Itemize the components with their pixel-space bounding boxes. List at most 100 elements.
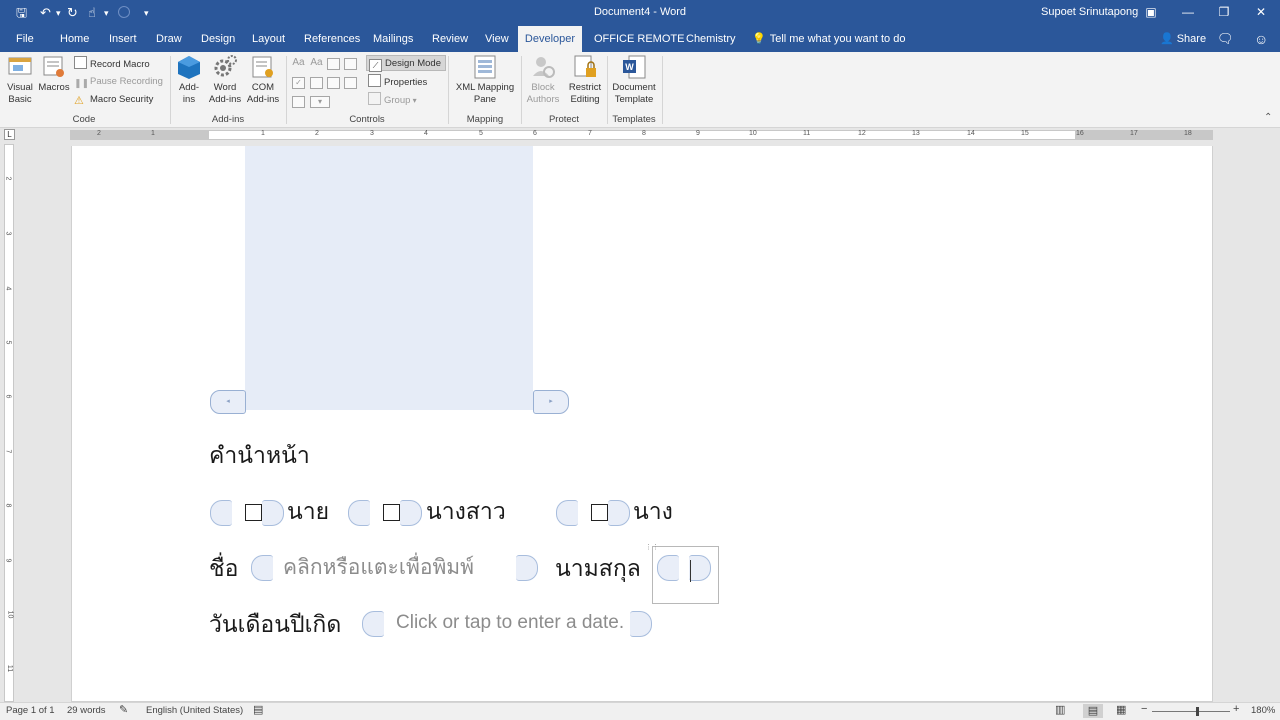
combo-box-control-icon[interactable]	[310, 77, 323, 89]
zoom-slider-thumb[interactable]	[1196, 707, 1199, 716]
horizontal-ruler[interactable]: 2 1 1 2 3 4 5 6 7 8 9 10 11 12 13 14 15 …	[70, 130, 1213, 140]
macro-recording-icon[interactable]: ▤	[253, 703, 263, 716]
content-control-end-tag[interactable]: ▸	[533, 390, 569, 414]
document-template-label: Document Template	[612, 82, 656, 105]
macros-button[interactable]: Macros	[38, 54, 70, 94]
tab-home[interactable]: Home	[54, 26, 95, 52]
tab-developer[interactable]: Developer	[518, 26, 582, 52]
pause-recording-button[interactable]: ❚❚Pause Recording	[74, 74, 163, 90]
zoom-level[interactable]: 180%	[1251, 705, 1275, 716]
ribbon-tabs: File Home Insert Draw Design Layout Refe…	[0, 26, 1280, 52]
tab-office-remote[interactable]: OFFICE REMOTE	[588, 26, 690, 52]
tab-chemistry[interactable]: Chemistry	[680, 26, 742, 52]
vertical-ruler[interactable]: 2 3 4 5 6 7 8 9 10 11	[4, 144, 14, 702]
checkbox-control-icon[interactable]: ✓	[292, 77, 305, 89]
pause-icon: ❚❚	[74, 78, 90, 88]
ruler-number: 2	[97, 130, 101, 137]
tab-view[interactable]: View	[479, 26, 515, 52]
ruler-number: 3	[370, 130, 374, 137]
date-picker-control[interactable]: Click or tap to enter a date.	[362, 611, 652, 637]
page-count[interactable]: Page 1 of 1	[6, 705, 55, 716]
properties-button[interactable]: Properties	[368, 74, 427, 90]
language-indicator[interactable]: English (United States)	[146, 705, 243, 716]
smiley-feedback-icon[interactable]: ☺	[1248, 26, 1274, 52]
web-layout-icon[interactable]: ▦	[1116, 703, 1126, 716]
design-mode-button[interactable]: ⟋ Design Mode	[366, 55, 446, 72]
name-content-control[interactable]: คลิกหรือแตะเพื่อพิมพ์	[251, 555, 538, 581]
com-addins-button[interactable]: COM Add-ins	[244, 54, 282, 106]
surname-content-control[interactable]	[657, 555, 711, 581]
ruler-number: 2	[4, 176, 12, 181]
picture-content-control[interactable]	[245, 146, 533, 410]
comments-icon[interactable]: 🗨	[1211, 26, 1240, 52]
checkbox-mrs[interactable]	[591, 504, 608, 521]
word-count[interactable]: 29 words	[67, 705, 106, 716]
xml-mapping-pane-button[interactable]: XML Mapping Pane	[452, 54, 518, 106]
ruler-number: 4	[4, 286, 12, 291]
drag-handle-icon[interactable]: ⋮⋮	[645, 544, 659, 551]
tab-mailings[interactable]: Mailings	[367, 26, 419, 52]
checkbox-miss[interactable]	[383, 504, 400, 521]
content-control-start-tag[interactable]: ◂	[210, 390, 246, 414]
proofing-icon[interactable]: ✎	[119, 703, 128, 716]
plain-text-control-icon[interactable]: Aa	[310, 58, 323, 70]
close-button[interactable]: ✕	[1251, 3, 1271, 21]
ruler-number: 17	[1130, 130, 1138, 137]
user-name[interactable]: Supoet Srinutapong	[1041, 6, 1138, 18]
xml-mapping-icon	[474, 55, 496, 79]
picture-control-icon[interactable]	[327, 58, 340, 70]
visual-basic-button[interactable]: Visual Basic	[4, 54, 36, 106]
group-label-protect: Protect	[548, 114, 580, 125]
tab-design[interactable]: Design	[195, 26, 241, 52]
date-placeholder: Click or tap to enter a date.	[396, 612, 625, 633]
share-button[interactable]: 👤 Share	[1160, 26, 1206, 52]
zoom-in-icon[interactable]: +	[1233, 703, 1239, 715]
tab-insert[interactable]: Insert	[103, 26, 143, 52]
tab-draw[interactable]: Draw	[150, 26, 188, 52]
word-addins-button[interactable]: Word Add-ins	[206, 54, 244, 106]
tab-file[interactable]: File	[10, 26, 40, 52]
dropdown-list-control-icon[interactable]	[327, 77, 340, 89]
visual-basic-label: Visual Basic	[7, 82, 33, 105]
date-picker-control-icon[interactable]	[344, 77, 357, 89]
ruler-number: 11	[6, 664, 14, 673]
building-block-control-icon[interactable]	[344, 58, 357, 70]
document-template-button[interactable]: W Document Template	[610, 54, 658, 106]
surname-label: นามสกุล	[555, 556, 641, 582]
rich-text-control-icon[interactable]: Aa	[292, 58, 305, 70]
zoom-out-icon[interactable]: −	[1141, 703, 1147, 715]
tab-layout[interactable]: Layout	[246, 26, 291, 52]
checkbox-control-mrs[interactable]	[556, 500, 630, 526]
ruler-number: 6	[4, 394, 12, 399]
legacy-tools-icon[interactable]: ▾	[310, 96, 330, 108]
macro-security-button[interactable]: ⚠ Macro Security	[74, 92, 153, 108]
tab-selector-icon[interactable]: L	[4, 129, 15, 140]
ruler-number: 13	[912, 130, 920, 137]
tab-review[interactable]: Review	[426, 26, 474, 52]
record-macro-button[interactable]: Record Macro	[74, 56, 150, 72]
minimize-button[interactable]: —	[1178, 3, 1198, 21]
tab-references[interactable]: References	[298, 26, 366, 52]
print-layout-icon[interactable]: ▤	[1083, 704, 1103, 718]
checkbox-control-miss[interactable]	[348, 500, 422, 526]
restrict-editing-button[interactable]: Restrict Editing	[566, 54, 604, 106]
share-label: Share	[1176, 33, 1207, 45]
document-page[interactable]: ◂ ▸ คำนำหน้า นาย นางสาว นาง ชื่อ คลิกหรื…	[71, 146, 1213, 702]
document-workspace: 2 3 4 5 6 7 8 9 10 11 ◂ ▸ คำนำหน้า นาย น…	[0, 144, 1280, 702]
group-label-addins: Add-ins	[211, 114, 245, 125]
checkbox-control-mr[interactable]	[210, 500, 284, 526]
collapse-ribbon-icon[interactable]: ⌃	[1264, 112, 1272, 123]
restore-button[interactable]: ❐	[1214, 3, 1234, 21]
gear-icon	[214, 55, 237, 77]
ruler-number: 7	[588, 130, 592, 137]
checkbox-mr[interactable]	[245, 504, 262, 521]
read-mode-icon[interactable]: ▥	[1055, 703, 1065, 716]
group-button[interactable]: Group ▾	[368, 92, 417, 108]
repeating-section-control-icon[interactable]	[292, 96, 305, 108]
macros-label: Macros	[38, 82, 70, 93]
addins-button[interactable]: Add-ins	[174, 54, 204, 106]
zoom-slider[interactable]	[1152, 711, 1230, 712]
block-authors-button[interactable]: Block Authors	[524, 54, 562, 106]
ribbon-display-options-icon[interactable]: ▣	[1141, 3, 1161, 21]
tell-me-search[interactable]: 💡 Tell me what you want to do	[752, 26, 905, 52]
